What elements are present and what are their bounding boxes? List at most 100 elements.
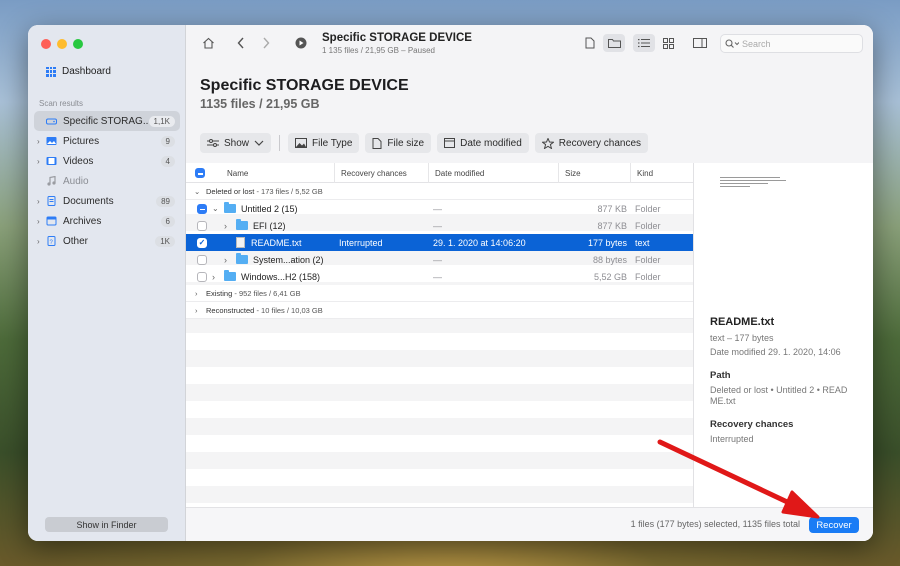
minimize-button[interactable]	[57, 39, 67, 49]
document-icon	[46, 196, 57, 206]
table-header: Name Recovery chances Date modified Size…	[186, 163, 693, 183]
row-checkbox[interactable]	[197, 254, 207, 265]
chevron-right-icon[interactable]: ›	[37, 197, 46, 206]
folder-icon	[224, 270, 236, 281]
grid-icon	[662, 37, 674, 49]
recovery-chances-filter-button[interactable]: Recovery chances	[534, 133, 649, 153]
row-date: —	[433, 254, 442, 265]
table-row[interactable]: › System...ation (2) — 88 bytes Folder	[186, 251, 693, 268]
home-icon[interactable]	[202, 37, 215, 51]
show-filter-button[interactable]: Show	[200, 133, 272, 153]
chevron-right-icon[interactable]: ›	[37, 137, 46, 146]
chevron-down-icon	[254, 140, 264, 146]
count-badge: 89	[156, 195, 175, 207]
table-row[interactable]: › Windows...H2 (158) — 5,52 GB Folder	[186, 268, 693, 285]
filter-bar: Show File Type File size Date modified R…	[200, 133, 649, 153]
file-type-filter-button[interactable]: File Type	[288, 133, 360, 153]
chevron-right-icon[interactable]: ›	[195, 302, 198, 319]
recovery-chances-filter-label: Recovery chances	[558, 137, 642, 149]
sidebar-item-audio[interactable]: Audio	[34, 171, 180, 191]
count-badge: 1K	[155, 235, 175, 247]
preview-file-name: README.txt	[710, 316, 775, 328]
sidebar-item-label: Videos	[63, 155, 94, 167]
dashboard-label: Dashboard	[62, 66, 111, 77]
chevron-right-icon[interactable]: ›	[37, 237, 46, 246]
sidebar-item-label: Pictures	[63, 135, 100, 147]
column-name[interactable]: Name	[221, 163, 333, 183]
table-row[interactable]: ⌄ Untitled 2 (15) — 877 KB Folder	[186, 200, 693, 217]
grid-view-button[interactable]	[657, 34, 679, 52]
list-view-button[interactable]	[633, 34, 655, 52]
group-deleted-or-lost[interactable]: ⌄ Deleted or lost - 173 files / 5,52 GB	[186, 183, 693, 200]
film-icon	[46, 156, 57, 166]
preview-panel: README.txt text – 177 bytes Date modifie…	[693, 163, 873, 507]
sidebar-item-archives[interactable]: › Archives 6	[34, 211, 180, 231]
folder-icon	[607, 39, 621, 48]
chevron-right-icon[interactable]: ›	[195, 285, 198, 302]
status-bar: 1 files (177 bytes) selected, 1135 files…	[186, 507, 873, 541]
star-icon	[541, 137, 554, 149]
date-modified-filter-button[interactable]: Date modified	[437, 133, 529, 153]
page-subtitle: 1135 files / 21,95 GB	[200, 97, 320, 111]
sidebar-item-label: Other	[63, 235, 89, 247]
sidebar: Dashboard Scan results Specific STORAG..…	[28, 25, 186, 541]
table-row[interactable]: › EFI (12) — 877 KB Folder	[186, 217, 693, 234]
preview-recovery-label: Recovery chances	[710, 419, 794, 430]
file-size-filter-button[interactable]: File size	[365, 133, 432, 153]
row-checkbox[interactable]: ✓	[197, 237, 207, 248]
preview-path-label: Path	[710, 370, 731, 381]
group-existing[interactable]: › Existing - 952 files / 6,41 GB	[186, 285, 693, 302]
file-size-filter-label: File size	[387, 137, 425, 149]
file-view-button[interactable]	[579, 34, 601, 52]
preview-panel-button[interactable]	[689, 34, 711, 52]
group-reconstructed[interactable]: › Reconstructed - 10 files / 10,03 GB	[186, 302, 693, 319]
row-checkbox[interactable]	[197, 203, 207, 214]
resume-scan-icon[interactable]	[295, 37, 307, 51]
sidebar-item-pictures[interactable]: › Pictures 9	[34, 131, 180, 151]
row-date: —	[433, 203, 442, 214]
close-button[interactable]	[41, 39, 51, 49]
row-checkbox[interactable]	[197, 220, 207, 231]
search-field[interactable]: Search	[720, 34, 863, 53]
sidebar-item-dashboard[interactable]: Dashboard	[46, 66, 111, 77]
column-size[interactable]: Size	[558, 163, 630, 183]
sidebar-item-label: Audio	[63, 175, 89, 187]
chevron-down-icon[interactable]: ⌄	[194, 183, 200, 200]
toolbar: Specific STORAGE DEVICE 1 135 files / 21…	[186, 25, 873, 63]
preview-recovery-value: Interrupted	[710, 434, 754, 444]
back-icon[interactable]	[237, 37, 245, 51]
select-all-checkbox[interactable]	[195, 168, 205, 180]
row-size: 177 bytes	[587, 237, 627, 248]
folder-icon	[236, 219, 248, 230]
list-icon	[638, 39, 650, 48]
chevron-right-icon[interactable]: ›	[37, 217, 46, 226]
sidebar-item-storage-device[interactable]: Specific STORAG... 1,1K	[34, 111, 180, 131]
row-kind: Folder	[635, 220, 661, 231]
chevron-down-icon[interactable]: ⌄	[212, 200, 219, 217]
sidebar-item-other[interactable]: › ? Other 1K	[34, 231, 180, 251]
recover-button[interactable]: Recover	[809, 517, 859, 533]
group-meta: - 10 files / 10,03 GB	[256, 306, 323, 315]
show-in-finder-button[interactable]: Show in Finder	[45, 517, 168, 532]
row-size: 88 bytes	[592, 254, 627, 265]
sidebar-item-documents[interactable]: › Documents 89	[34, 191, 180, 211]
row-name: README.txt	[251, 237, 302, 248]
forward-icon[interactable]	[262, 37, 270, 51]
chevron-right-icon[interactable]: ›	[212, 268, 215, 285]
column-date-modified[interactable]: Date modified	[428, 163, 558, 183]
zoom-button[interactable]	[73, 39, 83, 49]
row-date: —	[433, 220, 442, 231]
divider	[279, 135, 281, 151]
text-file-icon	[236, 237, 245, 248]
folder-view-button[interactable]	[603, 34, 625, 52]
row-checkbox[interactable]	[197, 271, 207, 282]
chevron-right-icon[interactable]: ›	[224, 217, 227, 234]
row-name: Windows...H2 (158)	[241, 271, 321, 282]
chevron-right-icon[interactable]: ›	[37, 157, 46, 166]
column-kind[interactable]: Kind	[630, 163, 693, 183]
chevron-right-icon[interactable]: ›	[224, 251, 227, 268]
column-recovery-chances[interactable]: Recovery chances	[334, 163, 426, 183]
row-kind: text	[635, 237, 650, 248]
sidebar-item-videos[interactable]: › Videos 4	[34, 151, 180, 171]
table-row-selected[interactable]: ✓ README.txt Interrupted 29. 1. 2020 at …	[186, 234, 693, 251]
